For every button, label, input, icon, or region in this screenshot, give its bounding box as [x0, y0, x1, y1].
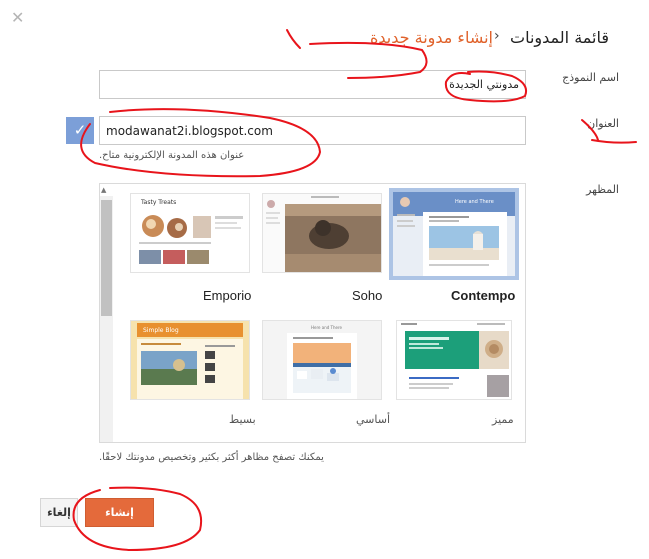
theme-essential-label[interactable]: أساسي [356, 413, 390, 426]
page-title: إنشاء مدونة جديدة [370, 28, 493, 47]
theme-soho-label[interactable]: Soho [352, 288, 382, 303]
template-name-field[interactable] [99, 70, 526, 99]
cancel-button[interactable]: إلغاء [40, 498, 78, 527]
check-icon: ✓ [66, 117, 94, 144]
emporio-preview-title: Tasty Treats [140, 199, 176, 206]
annotation-line-2 [591, 139, 637, 144]
theme-notable-preview[interactable] [396, 320, 512, 400]
theme-simple-label[interactable]: بسيط [229, 413, 256, 426]
contempo-preview-title: Here and There [455, 199, 494, 205]
theme-contempo-preview[interactable]: Here and There [389, 188, 519, 280]
theme-note: يمكنك تصفح مظاهر أكثر بكثير وتخصيص مدونت… [99, 452, 324, 463]
theme-contempo-label[interactable]: Contempo [451, 288, 515, 303]
essential-preview-title: Here and There [311, 325, 343, 330]
theme-simple-preview[interactable]: Simple Blog [130, 320, 250, 400]
theme-emporio-preview[interactable]: Tasty Treats [130, 193, 250, 273]
theme-label: المظهر [586, 183, 619, 196]
essential-preview-image: Here and There [263, 321, 381, 399]
address-field[interactable] [99, 116, 526, 145]
template-name-label: اسم النموذج [562, 71, 619, 84]
theme-soho-preview[interactable] [262, 193, 382, 273]
theme-emporio-label[interactable]: Emporio [203, 288, 251, 303]
notable-preview-image [397, 321, 511, 399]
annotation-tick-1 [286, 29, 301, 49]
simple-preview-image: Simple Blog [131, 321, 249, 399]
create-blog-button[interactable]: إنشاء مدونة! [85, 498, 154, 546]
address-available-hint: عنوان هذه المدونة الإلكترونية متاح. [99, 150, 245, 161]
soho-preview-image [263, 194, 381, 272]
scroll-up-icon[interactable]: ▲ [101, 186, 106, 194]
simple-preview-title: Simple Blog [143, 327, 179, 334]
title-label: العنوان [587, 117, 619, 130]
theme-notable-label[interactable]: مميز [492, 413, 514, 426]
breadcrumb-blog-list[interactable]: قائمة المدونات [510, 28, 609, 47]
theme-essential-preview[interactable]: Here and There [262, 320, 382, 400]
contempo-preview-image: Here and There [393, 192, 515, 276]
breadcrumb-separator-icon: › [494, 28, 500, 44]
emporio-preview-image: Tasty Treats [131, 194, 249, 272]
close-icon[interactable]: ✕ [11, 8, 24, 28]
scrollbar-thumb[interactable] [101, 200, 112, 316]
